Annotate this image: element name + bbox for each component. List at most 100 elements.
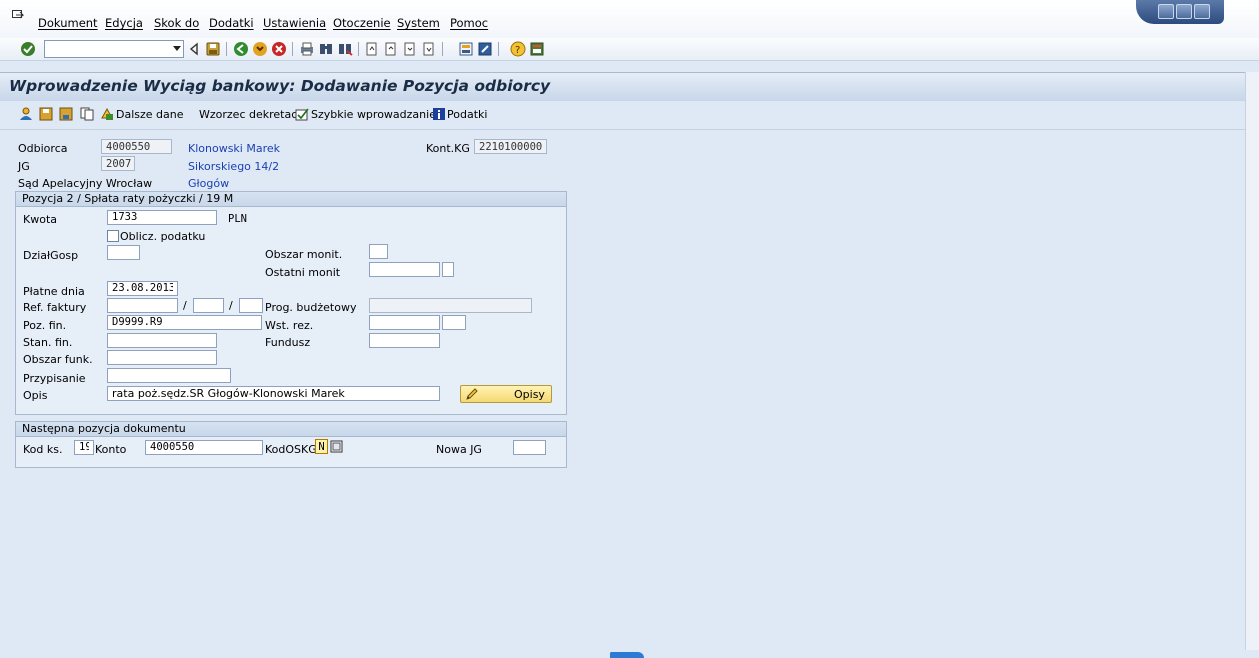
- calculate-tax-checkbox[interactable]: [107, 230, 119, 242]
- assignment-field[interactable]: [107, 368, 231, 383]
- sap-logo: [610, 652, 644, 658]
- vertical-scrollbar[interactable]: [1245, 72, 1259, 658]
- menu-dokument[interactable]: Dokument: [38, 16, 98, 30]
- menu-bar: Dokument Edycja Skok do Dodatki Ustawien…: [0, 0, 1259, 38]
- search-help-icon[interactable]: [330, 440, 343, 453]
- enter-check-icon[interactable]: [20, 41, 36, 57]
- invoice-ref-field[interactable]: [107, 298, 178, 313]
- invoice-ref-label: Ref. faktury: [23, 301, 87, 314]
- help-icon[interactable]: ?: [510, 41, 526, 57]
- title-bar: Wprowadzenie Wyciąg bankowy: Dodawanie P…: [0, 72, 1246, 102]
- texts-button[interactable]: Opisy: [460, 385, 552, 403]
- shortcut-icon[interactable]: [477, 41, 493, 57]
- functional-area-label: Obszar funk.: [23, 353, 93, 366]
- next-page-icon[interactable]: [402, 41, 418, 57]
- menu-icon[interactable]: [12, 10, 24, 20]
- menu-dodatki[interactable]: Dodatki: [209, 16, 254, 30]
- posting-template-button[interactable]: Wzorzec dekretacji: [199, 108, 303, 121]
- earmarked-funds-field[interactable]: [369, 315, 440, 330]
- copy-icon[interactable]: [80, 107, 94, 121]
- menu-otoczenie[interactable]: Otoczenie: [333, 16, 391, 30]
- pencil-icon: [466, 388, 478, 400]
- info-icon[interactable]: [432, 107, 446, 121]
- previous-page-icon[interactable]: [383, 41, 399, 57]
- menu-pomoc[interactable]: Pomoc: [450, 16, 488, 30]
- person-icon[interactable]: [19, 107, 33, 121]
- payee-name: Klonowski Marek: [188, 142, 281, 155]
- company-code-field: 2007: [101, 156, 135, 171]
- fast-entry-icon[interactable]: [295, 107, 309, 121]
- company-name: Sąd Apelacyjny Wrocław: [18, 177, 153, 190]
- save-local-icon[interactable]: [39, 107, 53, 121]
- find-next-icon[interactable]: [337, 41, 353, 57]
- functional-area-field[interactable]: [107, 350, 217, 365]
- menu-ustawienia[interactable]: Ustawienia: [263, 16, 326, 30]
- payee-street: Sikorskiego 14/2: [188, 160, 280, 173]
- more-data-icon[interactable]: [100, 107, 114, 121]
- dunning-area-label: Obszar monit.: [265, 248, 343, 261]
- last-page-icon[interactable]: [421, 41, 437, 57]
- text-field[interactable]: [107, 386, 440, 401]
- amount-field[interactable]: [107, 210, 217, 225]
- menu-edycja[interactable]: Edycja: [105, 16, 143, 30]
- posting-key-label: Kod ks.: [23, 443, 63, 456]
- budget-program-label: Prog. budżetowy: [265, 301, 357, 314]
- customize-layout-icon[interactable]: [529, 41, 545, 57]
- save-copy-icon[interactable]: [59, 107, 73, 121]
- close-icon[interactable]: [1194, 4, 1210, 19]
- command-field[interactable]: [44, 40, 184, 58]
- invoice-year-field[interactable]: [193, 298, 224, 313]
- back-icon[interactable]: [233, 41, 249, 57]
- new-company-code-label: Nowa JG: [436, 443, 482, 456]
- special-gl-label: KodOSKG: [265, 443, 317, 456]
- last-dunned-field[interactable]: [369, 262, 440, 277]
- dunning-area-field[interactable]: [369, 244, 388, 259]
- restore-icon[interactable]: [1176, 4, 1192, 19]
- first-page-icon[interactable]: [364, 41, 380, 57]
- taxes-button[interactable]: Podatki: [447, 108, 487, 121]
- position-group-title: Pozycja 2 / Spłata raty pożyczki / 19 M: [16, 192, 566, 207]
- command-input[interactable]: [45, 41, 167, 55]
- back-triangle-icon[interactable]: [186, 41, 202, 57]
- find-icon[interactable]: [318, 41, 334, 57]
- new-company-code-field[interactable]: [513, 440, 546, 455]
- due-date-label: Płatne dnia: [23, 285, 85, 298]
- slash-separator: /: [183, 299, 187, 312]
- account-label: Konto: [95, 443, 127, 456]
- minimize-icon[interactable]: [1158, 4, 1174, 19]
- business-area-field[interactable]: [107, 245, 140, 260]
- exit-icon[interactable]: [252, 41, 268, 57]
- earmarked-funds-label: Wst. rez.: [265, 319, 314, 332]
- next-item-group-title: Następna pozycja dokumentu: [16, 422, 566, 437]
- fast-entry-button[interactable]: Szybkie wprowadzanie: [311, 108, 436, 121]
- posting-key-field[interactable]: [74, 440, 94, 455]
- invoice-item-field[interactable]: [239, 298, 263, 313]
- budget-program-field: [369, 298, 532, 313]
- application-toolbar: Dalsze dane Wzorzec dekretacji Szybkie w…: [0, 101, 1246, 130]
- svg-text:?: ?: [515, 45, 520, 56]
- cancel-icon[interactable]: [271, 41, 287, 57]
- last-dunned-label: Ostatni monit: [265, 266, 341, 279]
- funds-center-field[interactable]: [107, 333, 217, 348]
- commitment-item-field[interactable]: [107, 315, 262, 330]
- toolbar-separator: [292, 42, 293, 56]
- earmarked-item-field[interactable]: [442, 315, 466, 330]
- toolbar-separator: [226, 42, 227, 56]
- new-session-icon[interactable]: [458, 41, 474, 57]
- special-gl-field[interactable]: N: [315, 439, 328, 454]
- commitment-item-label: Poz. fin.: [23, 319, 67, 332]
- menu-skok-do[interactable]: Skok do: [154, 16, 199, 30]
- toolbar-separator: [442, 42, 443, 56]
- currency-label: PLN: [228, 213, 247, 225]
- fund-field[interactable]: [369, 333, 440, 348]
- toolbar-separator: [498, 42, 499, 56]
- funds-center-label: Stan. fin.: [23, 336, 73, 349]
- chevron-down-icon[interactable]: [173, 46, 181, 51]
- menu-system[interactable]: System: [397, 16, 440, 30]
- save-icon[interactable]: [205, 41, 221, 57]
- due-date-field[interactable]: [107, 281, 178, 296]
- dunning-level-field[interactable]: [442, 262, 454, 277]
- more-data-button[interactable]: Dalsze dane: [116, 108, 184, 121]
- print-icon[interactable]: [299, 41, 315, 57]
- account-field[interactable]: [145, 440, 263, 455]
